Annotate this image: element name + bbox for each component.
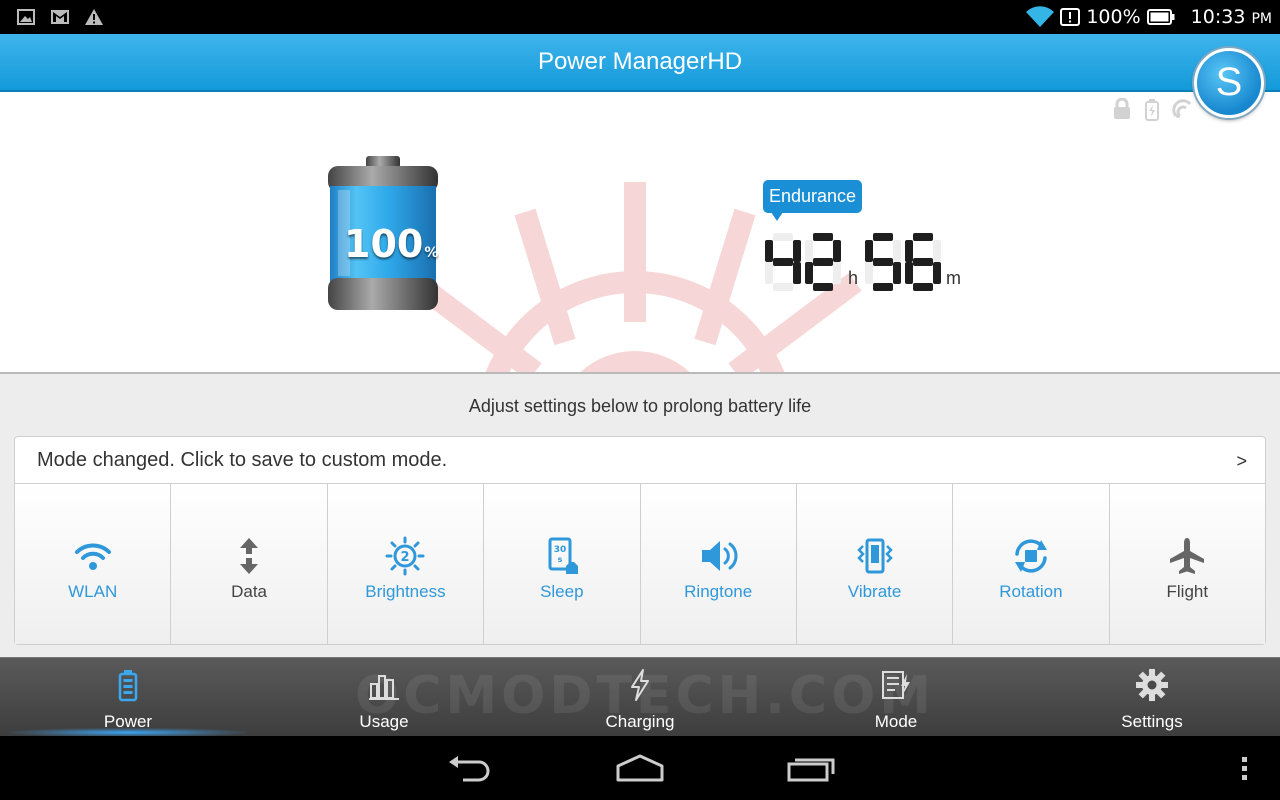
tab-mode[interactable]: Mode [768, 658, 1024, 737]
mode-changed-text: Mode changed. Click to save to custom mo… [37, 449, 448, 471]
svg-text:2: 2 [401, 550, 410, 565]
svg-text:30: 30 [554, 545, 567, 555]
mode-icon [882, 671, 910, 699]
bottom-tab-bar: OCMODTECH.COM Power Usage Charging Mode … [0, 657, 1280, 737]
s-floating-button[interactable]: S [1194, 48, 1264, 118]
battery-small-icon [1145, 99, 1159, 121]
toggle-label: Ringtone [684, 582, 753, 601]
clock: 10:33 PM [1190, 6, 1272, 28]
minutes-digit-2 [905, 233, 941, 291]
battery-overview-panel: 100% Endurance h m 42 56 [0, 92, 1280, 374]
toggle-brightness[interactable]: 2 Brightness [327, 484, 485, 644]
toggle-label: Sleep [540, 582, 584, 601]
battery-icon [118, 670, 138, 702]
speaker-icon [702, 541, 738, 571]
app-title: Power ManagerHD [537, 48, 743, 75]
toggle-label: Data [231, 582, 268, 601]
toggle-row: WLAN Data 2 Brightness 30 s Sleep Rington… [14, 484, 1266, 645]
mode-changed-bar[interactable]: Mode changed. Click to save to custom mo… [14, 436, 1266, 484]
battery-percent-label: 100% [344, 222, 439, 266]
battery-percent: 100% [1086, 6, 1141, 28]
home-icon[interactable] [615, 752, 665, 784]
toggle-label: Brightness [365, 582, 446, 601]
overflow-menu-icon[interactable] [1230, 752, 1260, 784]
endurance-label: Endurance [763, 180, 862, 221]
hours-digit-1 [765, 233, 801, 291]
minutes-unit: m [946, 268, 961, 288]
hint-text: Adjust settings below to prolong battery… [468, 396, 812, 416]
vibrate-icon [856, 538, 893, 574]
power-manager-screen: 100% 10:33 PM Power ManagerHD S 100% End… [0, 0, 1280, 800]
tab-usage[interactable]: Usage [256, 658, 512, 737]
tab-label: Charging [605, 712, 675, 731]
lightning-icon [631, 669, 649, 701]
toggle-flight[interactable]: Flight [1109, 484, 1265, 644]
data-icon [240, 538, 259, 574]
hours-digit-2 [805, 233, 841, 291]
toggle-label: Rotation [999, 582, 1063, 601]
sync-icon [1172, 99, 1192, 118]
image-icon [17, 9, 35, 25]
wifi-icon [74, 543, 111, 570]
gear-icon [1136, 669, 1168, 701]
recent-apps-icon[interactable] [786, 752, 836, 784]
title-bar: Power ManagerHD [0, 34, 1280, 92]
wifi-icon [1026, 6, 1055, 28]
brightness-icon: 2 [385, 536, 425, 576]
status-mini-icons [1112, 98, 1194, 122]
chevron-right-icon: > [1236, 451, 1247, 471]
sleep-icon: 30s [548, 537, 578, 574]
settings-area: Adjust settings below to prolong battery… [0, 374, 1280, 657]
toggle-wlan[interactable]: WLAN [15, 484, 172, 644]
gmail-icon [51, 10, 69, 24]
toggle-label: WLAN [68, 582, 118, 601]
status-bar: 100% 10:33 PM [0, 0, 1280, 34]
svg-text:s: s [557, 555, 562, 564]
toggle-sleep[interactable]: 30 s Sleep [484, 484, 641, 644]
tab-label: Mode [874, 712, 918, 731]
tab-charging[interactable]: Charging [512, 658, 768, 737]
minutes-digit-1 [865, 233, 901, 291]
toggle-label: Flight [1166, 582, 1209, 601]
hours-unit: h [848, 268, 859, 288]
system-navigation-bar [0, 736, 1280, 800]
tab-label: Settings [1121, 712, 1183, 731]
tab-settings[interactable]: Settings [1024, 658, 1280, 737]
battery-status-icon [1146, 9, 1175, 25]
bar-chart-icon [369, 675, 399, 700]
toggle-vibrate[interactable]: Vibrate [796, 484, 954, 644]
warning-icon [85, 9, 103, 25]
back-icon[interactable] [445, 752, 495, 784]
toggle-ringtone[interactable]: Ringtone [640, 484, 797, 644]
airplane-icon [1170, 538, 1205, 574]
tab-power[interactable]: Power [0, 658, 256, 737]
tab-label: Usage [359, 712, 409, 731]
lock-icon [1114, 98, 1130, 119]
toggle-label: Vibrate [847, 582, 902, 601]
toggle-data[interactable]: Data [171, 484, 328, 644]
toggle-rotation[interactable]: Rotation [953, 484, 1110, 644]
rotation-icon [1014, 539, 1047, 573]
alert-icon [1060, 8, 1081, 26]
